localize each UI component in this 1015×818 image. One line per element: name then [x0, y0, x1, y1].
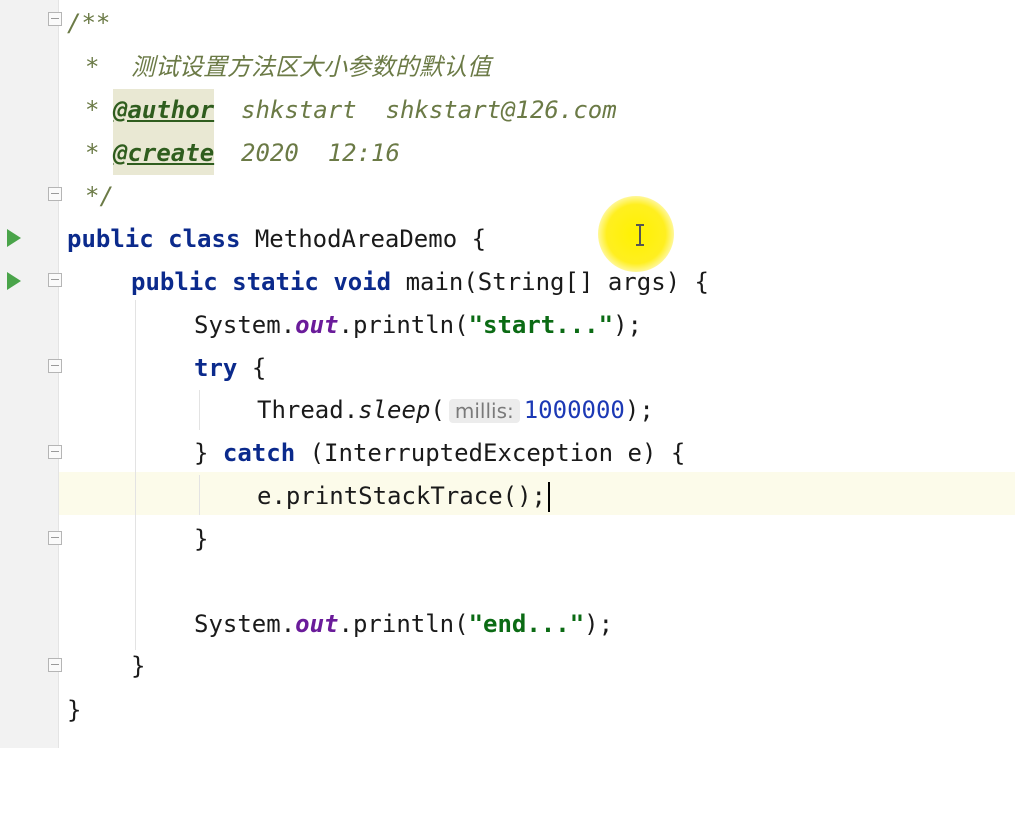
code-line-11: } catch (InterruptedException e) {: [59, 432, 1015, 475]
catch-statement: } catch (InterruptedException e) {: [194, 432, 685, 475]
println-method: .println(: [338, 610, 469, 638]
sleep-method: sleep: [358, 396, 431, 424]
print-stack-text: e.printStackTrace();: [257, 482, 546, 510]
create-value: 2020 12:16: [241, 139, 400, 167]
code-editor[interactable]: /** * 测试设置方法区大小参数的默认值 * @author shkstart…: [59, 0, 1015, 748]
code-line-15: System.out.println("end...");: [59, 603, 1015, 646]
comment-open: /**: [67, 9, 111, 37]
string-literal: "end...": [468, 610, 585, 638]
create-tag: @create: [113, 132, 215, 175]
class-brace: {: [471, 225, 487, 253]
keyword-catch: catch: [222, 439, 296, 467]
try-statement: try {: [194, 347, 266, 390]
keyword-try: try: [194, 354, 238, 382]
parameter-hint: millis:: [448, 399, 520, 423]
code-line-3: * @author shkstart shkstart@126.com: [59, 89, 1015, 132]
number-literal: 1000000: [523, 396, 625, 424]
close-main: }: [131, 652, 146, 680]
close-class: }: [67, 696, 82, 724]
class-name: MethodAreaDemo: [254, 225, 458, 253]
code-line-13: }: [59, 518, 1015, 561]
close-brace: }: [194, 439, 209, 467]
class-declaration: public class MethodAreaDemo {: [67, 218, 486, 261]
code-line-2: * 测试设置方法区大小参数的默认值: [59, 46, 1015, 89]
editor-gutter[interactable]: [0, 0, 62, 748]
code-line-6: public class MethodAreaDemo {: [59, 218, 1015, 261]
run-main-icon[interactable]: [7, 272, 21, 290]
mouse-ibeam-icon: [636, 224, 644, 246]
catch-params: (InterruptedException e) {: [309, 439, 686, 467]
comment-close: */: [85, 182, 114, 210]
code-line-9: try {: [59, 347, 1015, 390]
code-line-4: * @create 2020 12:16: [59, 132, 1015, 175]
println-end-statement: System.out.println("end...");: [194, 603, 613, 646]
main-signature: main(String[] args) {: [405, 268, 709, 296]
println-start-statement: System.out.println("start...");: [194, 304, 642, 347]
statement-end: );: [624, 396, 654, 424]
code-line-8: System.out.println("start...");: [59, 304, 1015, 347]
keyword-static: static: [232, 268, 319, 296]
author-tag: @author: [113, 89, 215, 132]
code-line-7: public static void main(String[] args) {: [59, 261, 1015, 304]
keyword-public: public: [131, 268, 218, 296]
println-method: .println(: [338, 311, 469, 339]
comment-description: 测试设置方法区大小参数的默认值: [131, 53, 491, 81]
run-class-icon[interactable]: [7, 229, 21, 247]
close-try-catch: }: [194, 525, 209, 553]
system-ref: System.: [194, 610, 296, 638]
system-ref: System.: [194, 311, 296, 339]
keyword-void: void: [333, 268, 392, 296]
keyword-public: public: [67, 225, 154, 253]
print-stack-statement: e.printStackTrace();: [257, 475, 550, 518]
out-field: out: [295, 610, 339, 638]
comment-star: *: [85, 53, 100, 81]
statement-end: );: [584, 610, 614, 638]
statement-end: );: [613, 311, 642, 339]
thread-ref: Thread.: [257, 396, 359, 424]
author-value: shkstart shkstart@126.com: [241, 96, 617, 124]
code-line-12: e.printStackTrace();: [59, 475, 1015, 518]
string-literal: "start...": [468, 311, 614, 339]
code-line-10: Thread.sleep(millis: 1000000);: [59, 389, 1015, 432]
open-paren: (: [430, 396, 445, 424]
code-line-1: /**: [59, 2, 1015, 45]
code-line-16: }: [59, 645, 1015, 688]
keyword-class: class: [168, 225, 241, 253]
code-line-17: }: [59, 689, 1015, 732]
try-brace: {: [251, 354, 267, 382]
out-field: out: [295, 311, 339, 339]
comment-star: *: [85, 139, 100, 167]
code-line-5: */: [59, 175, 1015, 218]
sleep-statement: Thread.sleep(millis: 1000000);: [257, 389, 654, 433]
text-cursor: [547, 482, 550, 512]
comment-star: *: [85, 96, 100, 124]
